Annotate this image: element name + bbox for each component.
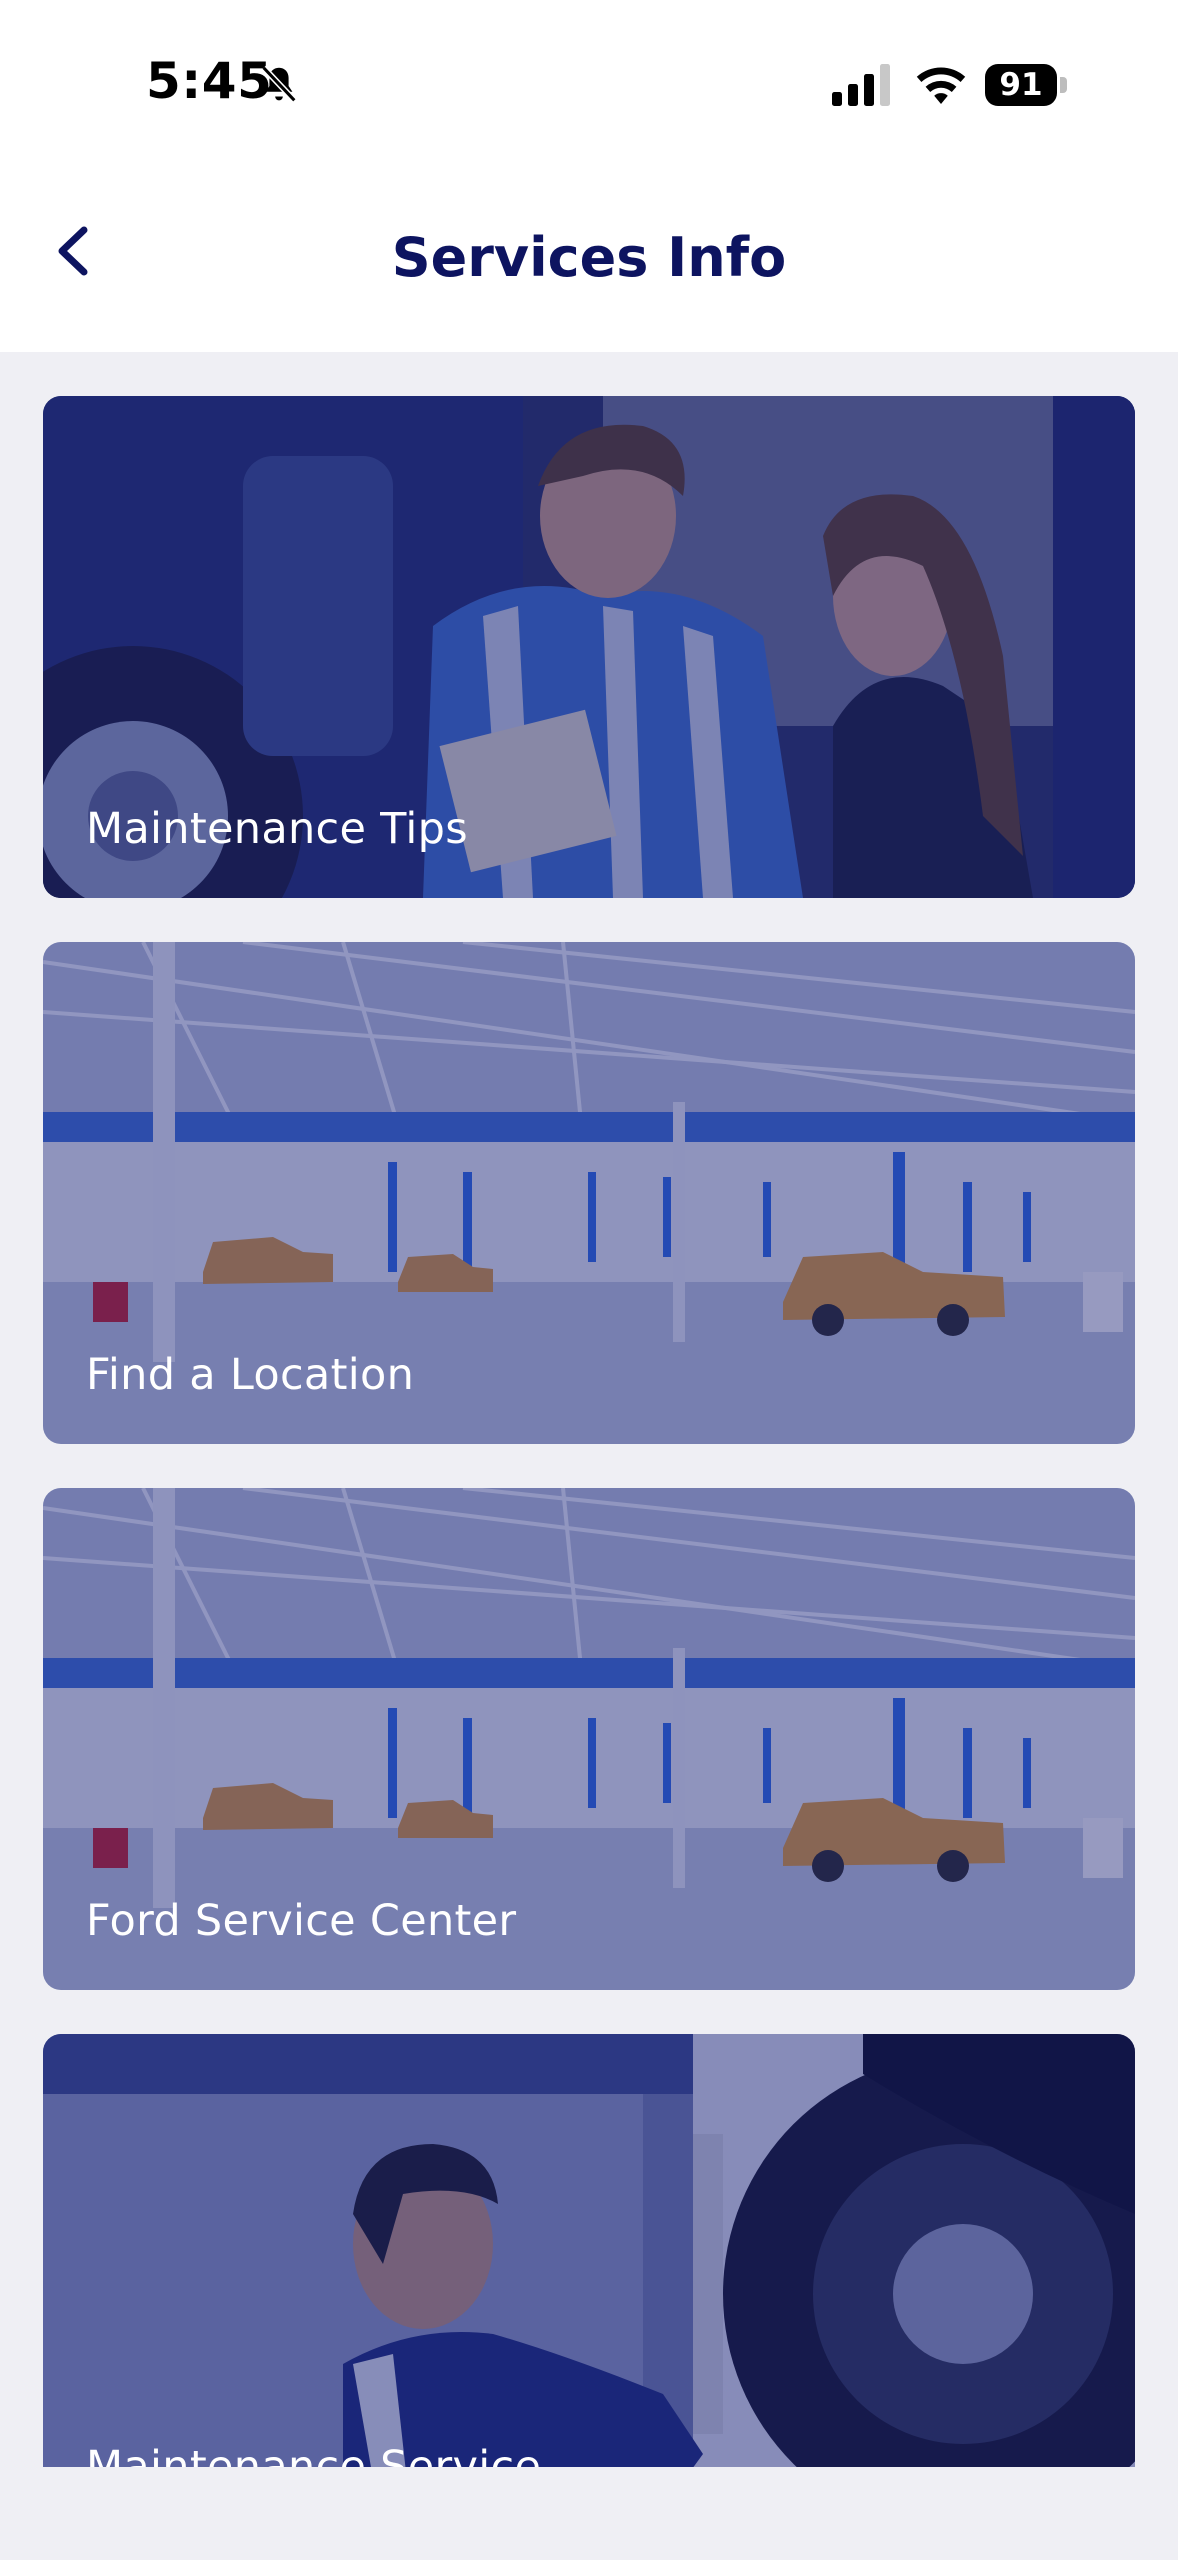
card-overlay xyxy=(43,2034,1135,2467)
card-label: Ford Service Center xyxy=(86,1896,517,1946)
card-label: Find a Location xyxy=(86,1350,415,1400)
battery-level: 91 xyxy=(985,64,1057,106)
card-maintenance-service[interactable]: Maintenance Service xyxy=(43,2034,1135,2467)
card-label: Maintenance Tips xyxy=(86,804,468,854)
battery-icon: 91 xyxy=(985,64,1069,106)
cellular-signal-icon xyxy=(832,64,890,106)
card-label: Maintenance Service xyxy=(86,2442,542,2467)
status-time: 5:45 xyxy=(146,52,273,110)
card-maintenance-tips[interactable]: Maintenance Tips xyxy=(43,396,1135,898)
page-title: Services Info xyxy=(391,226,787,289)
status-bar: 5:45 91 xyxy=(0,0,1178,170)
wifi-icon xyxy=(916,67,966,104)
navigation-bar: Services Info xyxy=(0,170,1178,352)
card-find-a-location[interactable]: Find a Location xyxy=(43,942,1135,1444)
battery-cap xyxy=(1060,77,1067,93)
services-list: Maintenance Tips Find a Location Ford Se… xyxy=(0,352,1178,2467)
card-ford-service-center[interactable]: Ford Service Center xyxy=(43,1488,1135,1990)
bell-slash-icon xyxy=(261,65,297,103)
